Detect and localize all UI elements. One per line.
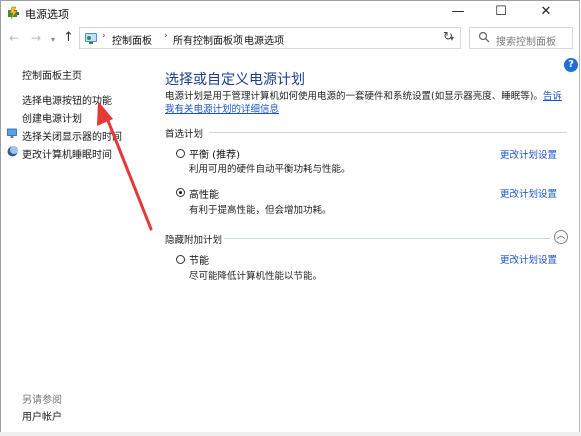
search-box[interactable]: 搜索控制面板 (469, 27, 573, 49)
search-icon (478, 31, 490, 43)
section-divider (224, 238, 550, 239)
plan-name-high-performance[interactable]: 高性能 (189, 186, 219, 201)
high-performance-radio[interactable] (176, 188, 185, 197)
help-icon[interactable]: ? (564, 58, 578, 72)
search-placeholder: 搜索控制面板 (496, 37, 556, 48)
refresh-button[interactable]: ↻ (437, 29, 459, 47)
preferred-plans-heading: 首选计划 (165, 129, 204, 140)
red-annotation-arrow (97, 101, 153, 231)
collapse-chevron-icon[interactable]: ︿ (554, 230, 568, 244)
breadcrumb-separator: › (164, 31, 168, 41)
change-plan-settings-high-performance[interactable]: 更改计划设置 (500, 186, 557, 200)
see-also-heading: 另请参阅 (22, 395, 62, 406)
page-description: 电源计划是用于管理计算机如何使用电源的一套硬件和系统设置(如显示器亮度、睡眠等)… (165, 90, 565, 116)
breadcrumb-power-options[interactable]: 电源选项 (244, 32, 284, 47)
plan-desc-balanced: 利用可用的硬件自动平衡功耗与性能。 (189, 164, 351, 175)
hidden-plans-heading: 隐藏附加计划 (165, 235, 223, 246)
plan-name-balanced[interactable]: 平衡 (推荐) (189, 146, 240, 161)
page-title: 选择或自定义电源计划 (165, 72, 305, 88)
user-accounts-link[interactable]: 用户帐户 (22, 408, 62, 423)
window-bottom-edge (0, 432, 581, 436)
power-saver-radio[interactable] (176, 255, 185, 264)
maximize-button[interactable]: ☐ (480, 1, 522, 25)
plan-desc-power-saver: 尽可能降低计算机性能以节能。 (189, 271, 323, 282)
balanced-radio[interactable] (176, 149, 185, 158)
breadcrumb-all-items[interactable]: 所有控制面板项 (173, 32, 243, 47)
plan-name-power-saver[interactable]: 节能 (189, 252, 209, 267)
minimize-button[interactable]: — (437, 1, 479, 25)
description-text: 电源计划是用于管理计算机如何使用电源的一套硬件和系统设置(如显示器亮度、睡眠等)… (165, 91, 543, 102)
change-plan-settings-power-saver[interactable]: 更改计划设置 (500, 252, 557, 266)
power-options-window: 电源选项 — ☐ ✕ ← → ▾ ↑ › 控制面板 › 所有控制面板项 › 电源… (0, 0, 580, 435)
close-button[interactable]: ✕ (525, 1, 567, 25)
breadcrumb-separator: › (235, 31, 239, 41)
change-plan-settings-balanced[interactable]: 更改计划设置 (500, 147, 557, 161)
section-divider (209, 132, 567, 133)
plan-desc-high-performance: 有利于提高性能，但会增加功耗。 (189, 205, 332, 216)
